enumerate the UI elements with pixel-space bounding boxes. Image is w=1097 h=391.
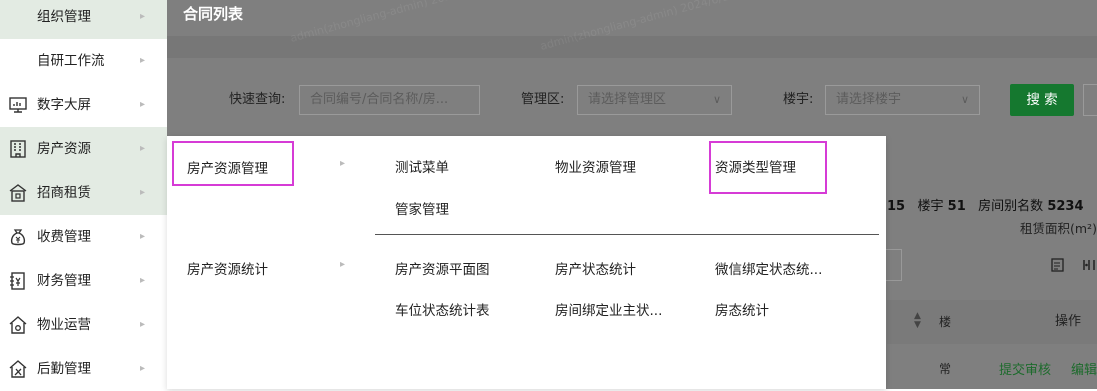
chevron-right-icon: ▸ — [140, 143, 146, 154]
chevron-right-icon: ▸ — [140, 363, 146, 374]
stat-value: 5234 — [1047, 199, 1084, 214]
table-header: ▲ ▼ 楼 操作 — [887, 300, 1097, 344]
area-select[interactable]: 请选择管理区 ∨ — [577, 85, 732, 115]
quick-search-label: 快速查询: — [229, 92, 286, 107]
building-placeholder: 请选择楼宇 — [836, 92, 902, 107]
sidebar-item-label: 组织管理 — [37, 9, 91, 25]
area-label: 管理区: — [521, 92, 565, 107]
sidebar-item-label: 招商租赁 — [37, 185, 91, 201]
submenu-item-status-stats[interactable]: 房产状态统计 — [555, 258, 636, 278]
sidebar-item-label: 财务管理 — [37, 273, 91, 289]
chevron-right-icon: ▸ — [140, 187, 146, 198]
chevron-right-icon: ▸ — [140, 231, 146, 242]
reset-button[interactable] — [1083, 84, 1097, 116]
sort-icon[interactable]: ▲ ▼ — [914, 312, 921, 330]
building-select[interactable]: 请选择楼宇 ∨ — [825, 85, 980, 115]
chevron-right-icon: ▸ — [340, 259, 346, 270]
sidebar-item-charges[interactable]: 收费管理 ▸ — [0, 215, 167, 259]
sidebar-item-leasing[interactable]: 招商租赁 ▸ — [0, 171, 167, 215]
chevron-right-icon: ▸ — [140, 11, 146, 22]
sidebar-item-operations[interactable]: 物业运营 ▸ — [0, 303, 167, 347]
stats-summary: 15 楼宇 51 房间别名数 5234 — [887, 196, 1084, 218]
submenu-divider — [375, 234, 879, 235]
search-button[interactable]: 搜 索 — [1010, 84, 1074, 116]
property-submenu: 房产资源管理 ▸ 测试菜单 物业资源管理 资源类型管理 管家管理 房产资源统计 … — [167, 136, 886, 389]
chevron-right-icon: ▸ — [140, 319, 146, 330]
submenu-item-parking-stats[interactable]: 车位状态统计表 — [395, 299, 490, 319]
submenu-category-statistics[interactable]: 房产资源统计 — [187, 258, 268, 278]
chevron-right-icon: ▸ — [340, 158, 346, 169]
stat-value: 15 — [887, 199, 906, 214]
submenu-item-test[interactable]: 测试菜单 — [395, 156, 449, 176]
store-icon — [8, 183, 28, 203]
chevron-right-icon: ▸ — [140, 275, 146, 286]
stat-label: 房间别名数 — [978, 199, 1044, 214]
highlight-box — [172, 141, 294, 186]
sidebar-item-label: 收费管理 — [37, 229, 91, 245]
submenu-item-floor-plan[interactable]: 房产资源平面图 — [395, 258, 490, 278]
sidebar-item-label: 后勤管理 — [37, 361, 91, 377]
sidebar-item-big-screen[interactable]: 数字大屏 ▸ — [0, 83, 167, 127]
chevron-right-icon: ▸ — [140, 55, 146, 66]
house-gear-icon — [8, 315, 28, 335]
sidebar-item-org[interactable]: 组织管理 ▸ — [0, 0, 167, 39]
building-icon — [8, 139, 28, 159]
submenu-item-room-owner-binding[interactable]: 房间绑定业主状... — [555, 299, 662, 319]
submit-review-link[interactable]: 提交审核 — [999, 359, 1051, 378]
house-tools-icon — [8, 359, 28, 379]
table-cell: 常 — [939, 362, 952, 376]
export-icon[interactable] — [1051, 258, 1065, 272]
edit-link[interactable]: 编辑 — [1071, 359, 1097, 378]
chevron-down-icon: ∨ — [712, 93, 721, 106]
money-bag-icon — [8, 227, 28, 247]
quick-search-input[interactable]: 合同编号/合同名称/房... — [299, 85, 480, 115]
sidebar-item-finance[interactable]: 财务管理 ▸ — [0, 259, 167, 303]
sidebar-item-property[interactable]: 房产资源 ▸ — [0, 127, 167, 171]
sidebar: 组织管理 ▸ 自研工作流 ▸ 数字大屏 ▸ 房产资源 ▸ 招商租赁 ▸ 收费管理… — [0, 0, 167, 389]
submenu-item-property-resource[interactable]: 物业资源管理 — [555, 156, 636, 176]
monitor-icon — [8, 95, 28, 115]
sidebar-item-logistics[interactable]: 后勤管理 ▸ — [0, 347, 167, 391]
chevron-right-icon: ▸ — [140, 99, 146, 110]
chevron-down-icon: ∨ — [960, 93, 969, 106]
area-placeholder: 请选择管理区 — [588, 92, 667, 107]
sidebar-item-workflow[interactable]: 自研工作流 ▸ — [0, 39, 167, 83]
columns-icon[interactable] — [1082, 258, 1096, 272]
page-title: 合同列表 — [183, 5, 244, 23]
rent-area-label: 租赁面积(m²) — [1020, 221, 1097, 236]
stat-label: 楼宇 — [917, 199, 944, 214]
sidebar-item-label: 房产资源 — [37, 141, 91, 157]
column-header[interactable]: 楼 — [939, 300, 951, 344]
building-label: 楼宇: — [783, 92, 814, 107]
ledger-icon — [8, 271, 28, 291]
stat-value: 51 — [947, 199, 966, 214]
sidebar-item-label: 数字大屏 — [37, 97, 91, 113]
submenu-item-room-state[interactable]: 房态统计 — [715, 299, 769, 319]
submenu-item-butler[interactable]: 管家管理 — [395, 198, 449, 218]
sidebar-item-label: 自研工作流 — [37, 53, 105, 69]
submenu-item-wechat-binding[interactable]: 微信绑定状态统... — [715, 258, 822, 278]
highlight-box — [709, 141, 827, 194]
sidebar-item-label: 物业运营 — [37, 317, 91, 333]
column-header-action: 操作 — [1055, 314, 1082, 329]
